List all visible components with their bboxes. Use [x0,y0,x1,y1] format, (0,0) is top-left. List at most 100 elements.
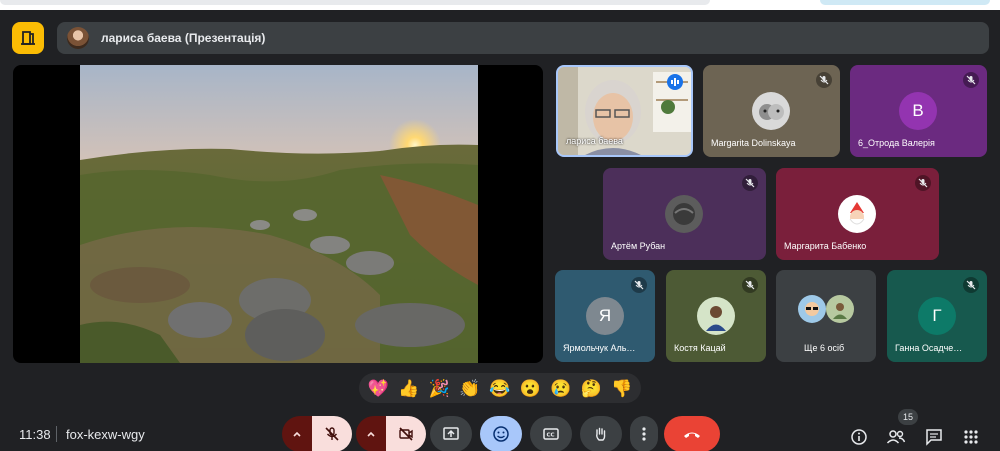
person-photo-icon [833,303,847,319]
reaction-surprised[interactable]: 😮 [517,375,543,401]
participant-letter-avatar: В [899,92,937,130]
raise-hand-button[interactable] [580,416,622,451]
mic-off-indicator [742,175,758,191]
presentation-stage [13,65,543,363]
participant-tile[interactable]: Костя Кацай [666,270,766,362]
camera-off-icon [399,427,413,441]
participant-count-badge: 15 [898,409,918,425]
participant-name: Margarita Dolinskaya [711,138,796,148]
camera-control [356,416,426,451]
clock: 11:38 [19,427,51,442]
chat-button[interactable] [923,426,945,448]
meeting-details-button[interactable] [848,426,870,448]
participant-tile[interactable]: Маргарита Бабенко [776,168,939,260]
santa-avatar-icon [849,202,865,225]
chevron-up-icon [293,431,301,437]
present-to-all-icon [443,427,459,440]
divider [56,426,57,442]
participant-tile[interactable]: Г Ганна Осадче… [887,270,987,362]
reaction-joy[interactable]: 😂 [487,375,513,401]
mic-off-indicator [963,277,979,293]
participant-letter-avatar: Г [918,297,956,335]
browser-tab-area-right [820,0,990,5]
presenter-bar[interactable]: лариса баева (Презентація) [57,22,989,54]
participant-avatar [838,195,876,233]
info-icon [851,429,867,445]
more-participants-tile[interactable]: Ще 6 осіб [776,270,876,362]
mic-off-icon [819,75,829,85]
mic-off-icon [634,280,644,290]
browser-tab-area [0,0,710,5]
participant-name: Артём Рубан [611,241,666,251]
person-photo-icon [706,306,726,331]
present-window-icon [21,31,35,45]
reaction-clapping[interactable]: 👏 [457,375,483,401]
microphone-control [282,416,352,451]
meeting-code: fox-kexw-wgy [66,427,145,442]
mic-off-icon [745,178,755,188]
participant-name: Маргарита Бабенко [784,241,867,251]
more-participants-label: Ще 6 осіб [804,343,845,353]
apps-grid-icon [964,430,978,444]
participant-letter-avatar: Я [586,297,624,335]
participant-tile[interactable]: Я Ярмольчук Аль… [555,270,655,362]
reactions-bar: 💖 👍 🎉 👏 😂 😮 😢 🤔 👎 [359,373,641,403]
reaction-thumbs-down[interactable]: 👎 [609,375,635,401]
shared-landscape-image [80,65,478,363]
people-icon [886,430,906,444]
participant-avatar [665,195,703,233]
mic-off-indicator [742,277,758,293]
more-vert-icon [642,427,646,441]
participant-avatar [752,92,790,130]
reaction-sad[interactable]: 😢 [548,375,574,401]
mic-off-indicator [816,72,832,88]
closed-captions-icon: CC [543,428,559,440]
presenter-avatar [67,27,89,49]
present-screen-button[interactable] [430,416,472,451]
audio-settings-button[interactable] [282,416,312,451]
people-button[interactable] [885,426,907,448]
meeting-controls-bar: 11:38 fox-kexw-wgy CC [0,408,1000,451]
participant-name: Ярмольчук Аль… [563,343,636,353]
participant-avatar [798,295,826,323]
chevron-up-icon [367,431,375,437]
participant-tile[interactable]: В 6_Отрода Валерія [850,65,987,157]
presenter-label: лариса баева (Презентація) [101,31,266,45]
microphone-toggle-button[interactable] [312,416,352,451]
reaction-party-popper[interactable]: 🎉 [426,375,452,401]
video-settings-button[interactable] [356,416,386,451]
participant-avatar [697,297,735,335]
call-end-icon [684,432,700,438]
participant-name: 6_Отрода Валерія [858,138,935,148]
more-options-button[interactable] [630,416,658,451]
speaking-indicator [667,74,683,90]
svg-text:CC: CC [547,433,555,439]
participant-tile[interactable]: Margarita Dolinskaya [703,65,840,157]
camera-toggle-button[interactable] [386,416,426,451]
chat-icon [926,429,942,446]
mic-off-indicator [631,277,647,293]
audio-level-icon [671,78,679,86]
participant-avatar [826,295,854,323]
participant-tile[interactable]: Артём Рубан [603,168,766,260]
participant-name: Ганна Осадче… [895,343,963,353]
reaction-thumbs-up[interactable]: 👍 [396,375,422,401]
mic-off-indicator [963,72,979,88]
reactions-button[interactable] [480,416,522,451]
activities-button[interactable] [960,426,982,448]
participant-name: Костя Кацай [674,343,726,353]
reaction-sparkling-heart[interactable]: 💖 [365,375,391,401]
mic-off-icon [966,280,976,290]
leave-call-button[interactable] [664,416,720,451]
cat-avatar-icon [759,104,784,120]
mic-off-icon [966,75,976,85]
participant-tile-self[interactable]: лариса баева [556,65,693,157]
helmet-avatar-icon [673,203,695,225]
presentation-toggle-button[interactable] [12,22,44,54]
participant-name: лариса баева [566,136,623,146]
captions-button[interactable]: CC [530,416,572,451]
mic-off-icon [745,280,755,290]
mic-off-icon [918,178,928,188]
reaction-thinking[interactable]: 🤔 [578,375,604,401]
mic-off-indicator [915,175,931,191]
